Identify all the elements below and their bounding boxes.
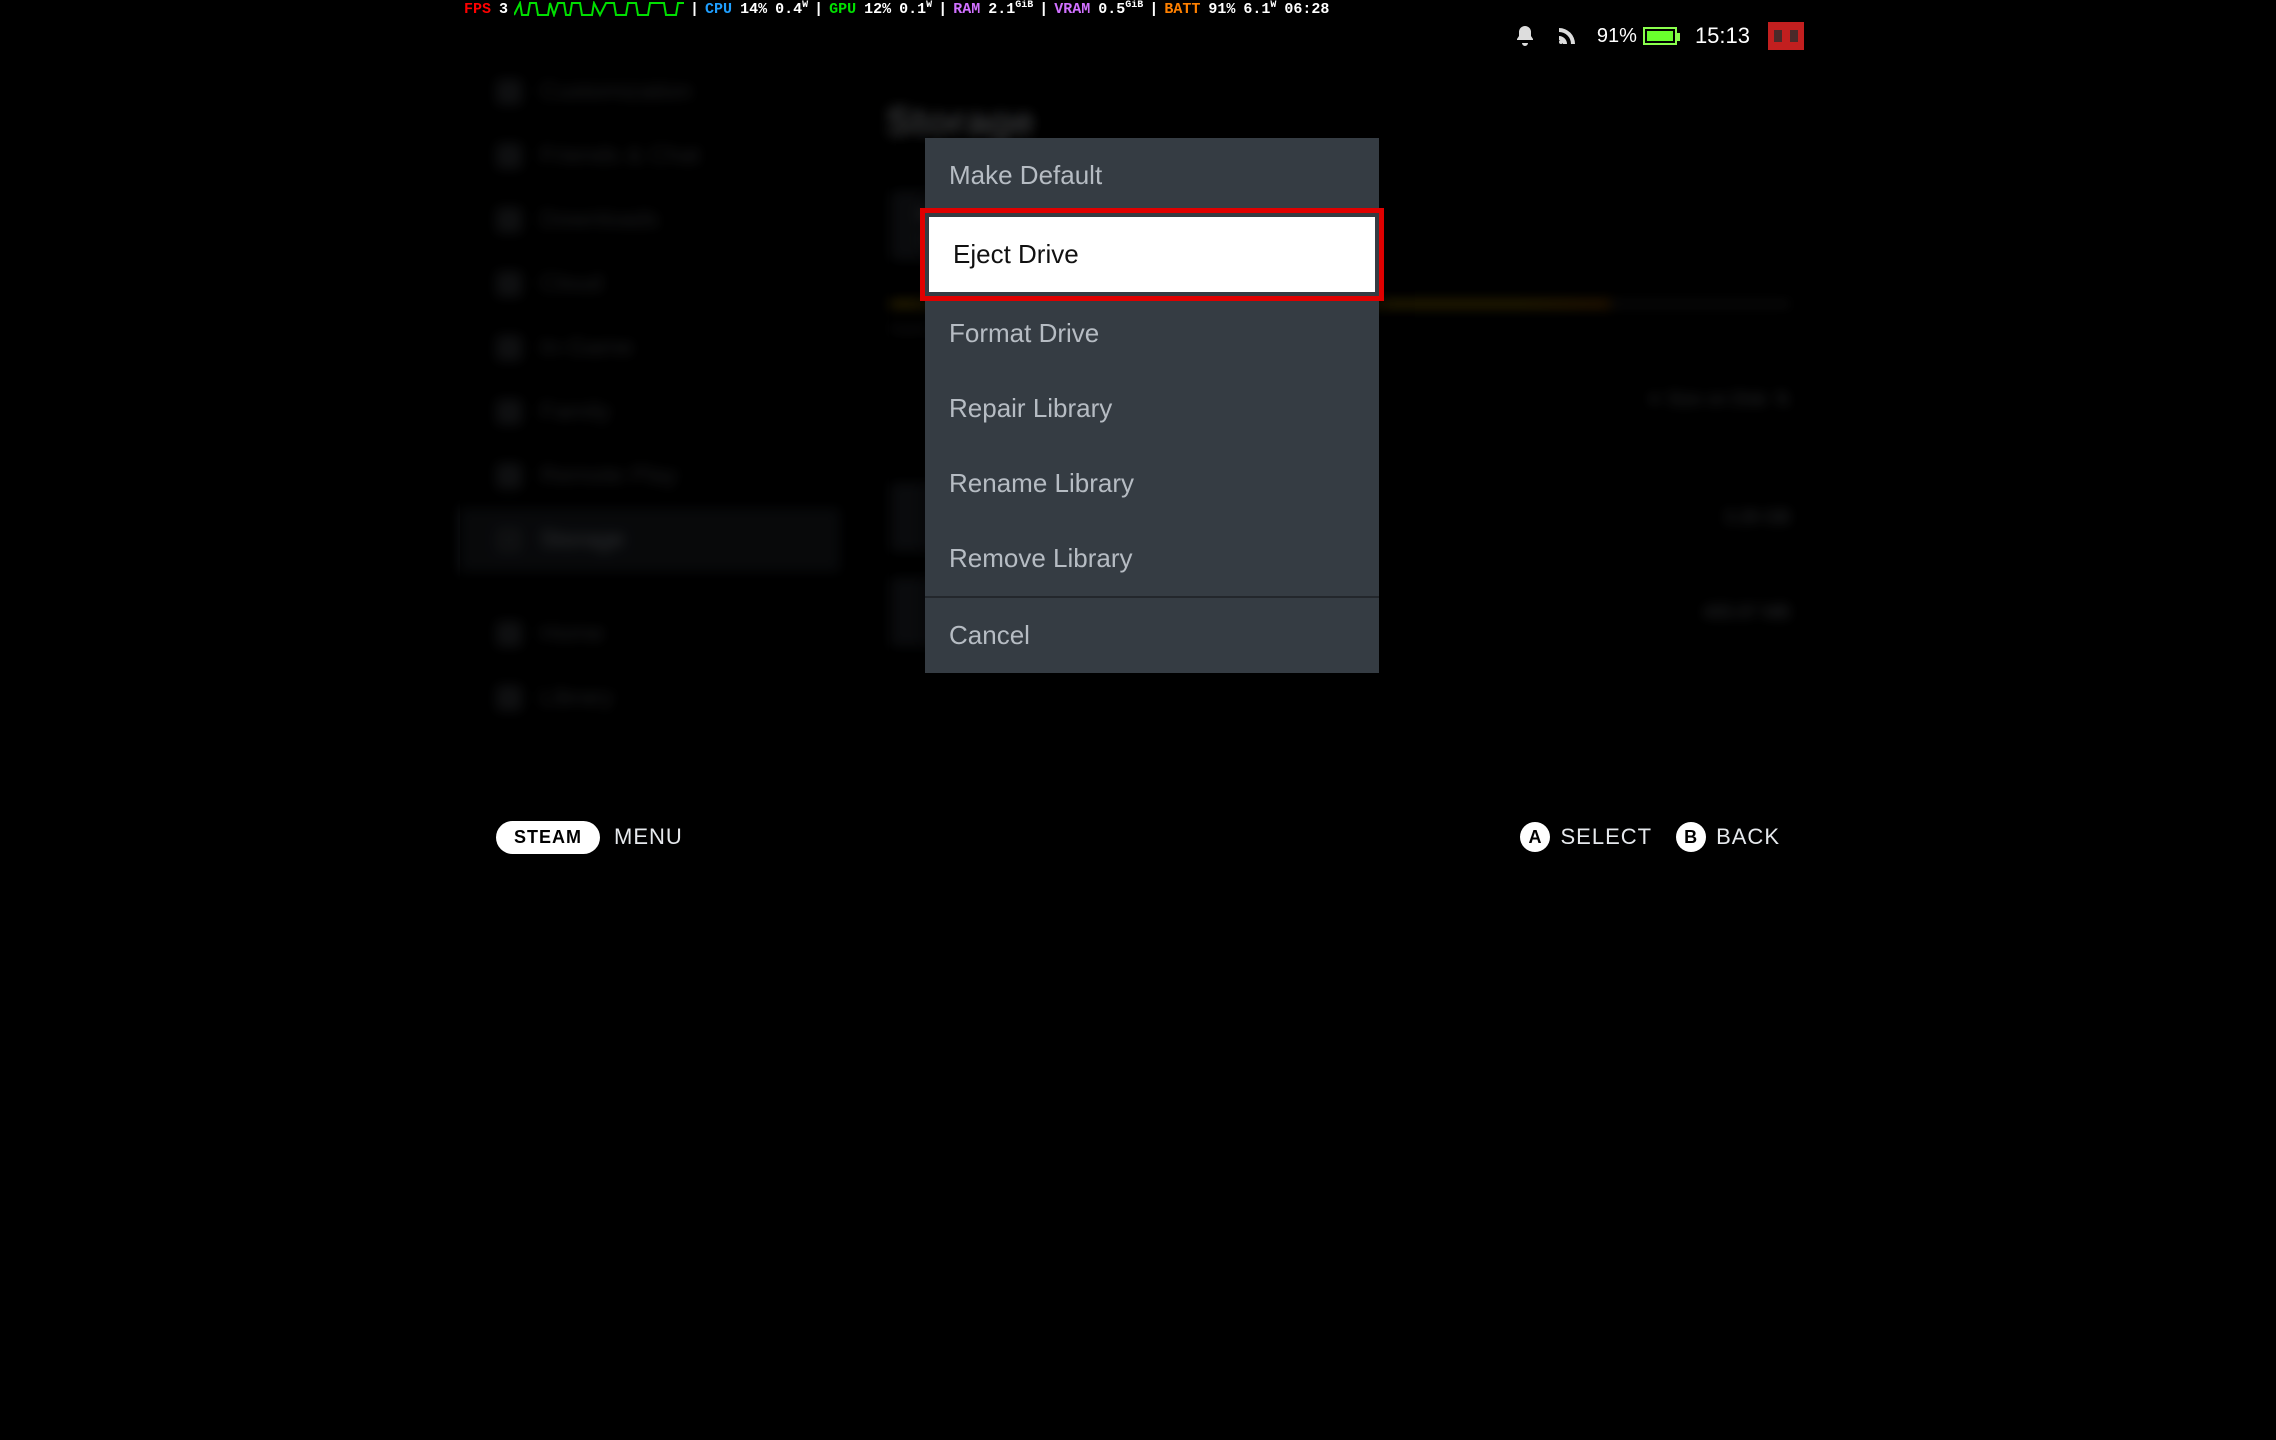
bell-icon[interactable] — [1513, 24, 1537, 48]
perf-vram-label: VRAM — [1054, 1, 1090, 18]
rss-icon[interactable] — [1555, 24, 1579, 48]
status-clock: 15:13 — [1695, 23, 1750, 49]
perf-gpu-pct: 12% — [864, 1, 891, 18]
perf-overlay: FPS 3 | CPU 14% 0.4W | GPU 12% 0.1W | RA… — [460, 0, 1816, 18]
footer: STEAM MENU A SELECT B BACK — [460, 806, 1816, 868]
steam-button[interactable]: STEAM — [496, 821, 600, 854]
perf-ram-label: RAM — [953, 1, 980, 18]
status-battery-pct: 91% — [1597, 25, 1637, 48]
perf-vram-value: 0.5GiB — [1098, 0, 1143, 18]
menu-item-make-default[interactable]: Make Default — [925, 138, 1379, 213]
perf-gpu-label: GPU — [829, 1, 856, 18]
perf-batt-time: 06:28 — [1284, 1, 1329, 18]
app-icon[interactable] — [1768, 22, 1804, 50]
perf-gpu-watts: 0.1W — [899, 0, 932, 18]
perf-fps-label: FPS — [464, 1, 491, 18]
perf-batt-pct: 91% — [1208, 1, 1235, 18]
menu-item-format-drive[interactable]: Format Drive — [925, 296, 1379, 371]
footer-select-label: SELECT — [1560, 824, 1652, 850]
status-bar: 91% 15:13 — [1513, 18, 1816, 54]
footer-back-action[interactable]: B BACK — [1676, 822, 1780, 852]
cpu-sparkline-icon — [514, 1, 684, 17]
menu-item-rename-library[interactable]: Rename Library — [925, 446, 1379, 521]
battery-icon — [1643, 27, 1677, 45]
a-button-icon: A — [1520, 822, 1550, 852]
footer-back-label: BACK — [1716, 824, 1780, 850]
drive-context-menu: Make Default Eject Drive Format Drive Re… — [925, 138, 1379, 673]
perf-cpu-watts: 0.4W — [775, 0, 808, 18]
perf-fps-value: 3 — [499, 1, 508, 18]
perf-ram-value: 2.1GiB — [988, 0, 1033, 18]
footer-select-action[interactable]: A SELECT — [1520, 822, 1652, 852]
footer-menu-label: MENU — [614, 824, 683, 850]
perf-batt-watts: 6.1W — [1243, 0, 1276, 18]
b-button-icon: B — [1676, 822, 1706, 852]
menu-item-repair-library[interactable]: Repair Library — [925, 371, 1379, 446]
perf-cpu-pct: 14% — [740, 1, 767, 18]
perf-cpu-label: CPU — [705, 1, 732, 18]
menu-item-remove-library[interactable]: Remove Library — [925, 521, 1379, 596]
highlight-annotation: Eject Drive — [920, 208, 1384, 301]
menu-item-eject-drive[interactable]: Eject Drive — [929, 217, 1375, 292]
perf-batt-label: BATT — [1164, 1, 1200, 18]
menu-item-cancel[interactable]: Cancel — [925, 598, 1379, 673]
